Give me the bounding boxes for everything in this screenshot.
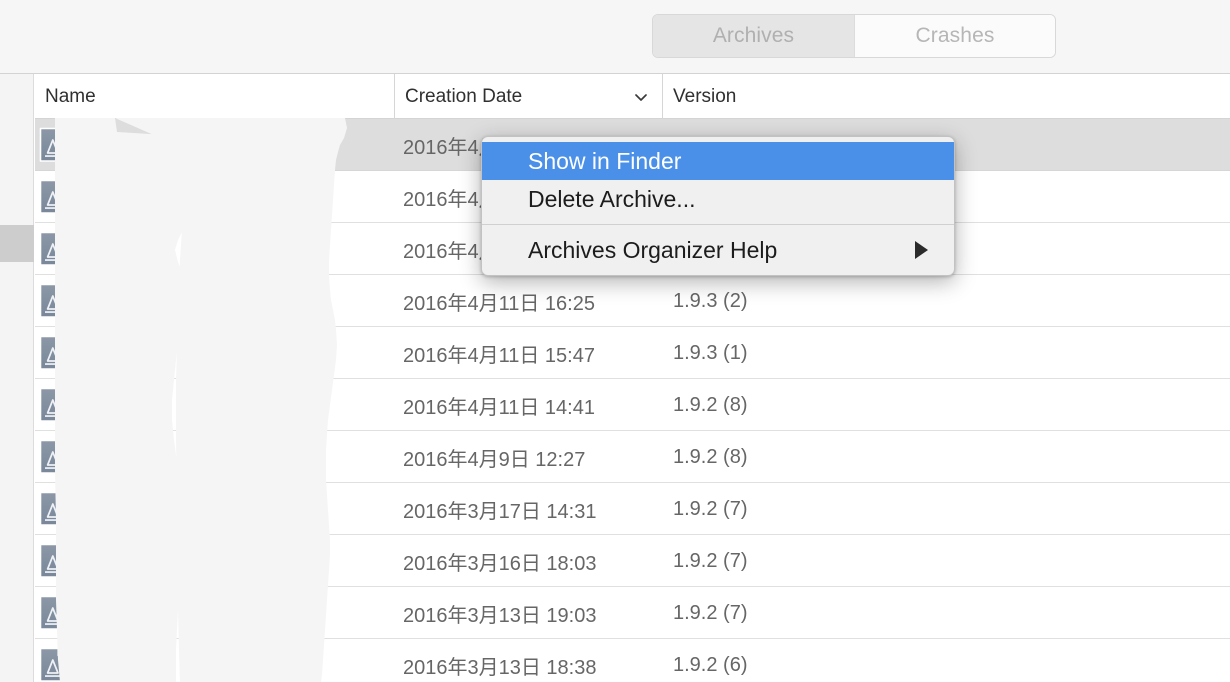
cell-name [95,587,394,639]
archive-document-icon [35,379,95,431]
menu-item-show-in-finder[interactable]: Show in Finder [482,142,954,180]
archive-document-icon [35,119,95,171]
cell-name [95,379,394,431]
cell-creation-date: 2016年4月11日 14:41 [403,396,595,419]
cell-version: 1.9.2 (8) [673,393,748,416]
toolbar: Archives Crashes [0,0,1230,74]
archive-document-icon [35,327,95,379]
archives-crashes-segmented-control[interactable]: Archives Crashes [652,14,1056,58]
archive-document-icon [35,483,95,535]
cell-name [95,275,394,327]
cell-name [95,119,394,171]
archive-document-icon [35,275,95,327]
sidebar-item-0[interactable] [0,74,34,111]
cell-name [95,171,394,223]
sidebar-rail [0,74,34,682]
column-header-creation-date[interactable]: Creation Date [394,74,662,119]
table-row[interactable]: 2016年3月17日 14:31 1.9.2 (7) [35,483,1230,535]
archive-document-icon [35,587,95,639]
sidebar-item-4[interactable] [0,262,34,299]
cell-version: 1.9.3 (2) [673,289,748,312]
archive-document-icon [35,535,95,587]
segment-crashes-label: Crashes [915,24,995,47]
column-header-name[interactable]: Name [35,74,394,119]
chevron-down-icon [634,90,648,104]
cell-name [95,483,394,535]
table-row[interactable]: 2016年3月13日 19:03 1.9.2 (7) [35,587,1230,639]
menu-item-delete-archive[interactable]: Delete Archive... [482,180,954,218]
cell-name [95,327,394,379]
cell-name [95,431,394,483]
cell-creation-date: 2016年3月13日 19:03 [403,604,597,627]
cell-creation-date: 2016年4月9日 12:27 [403,448,586,471]
cell-creation-date: 2016年4月11日 16:25 [403,292,595,315]
cell-name [95,639,394,682]
archives-organizer-window: Archives Crashes Name Creation Date Vers… [0,0,1230,682]
menu-item-label: Show in Finder [528,147,682,174]
archive-document-icon [35,639,95,682]
table-row[interactable]: 2016年4月11日 14:41 1.9.2 (8) [35,379,1230,431]
cell-creation-date: 2016年3月17日 14:31 [403,500,597,523]
sidebar-item-3-selected[interactable] [0,225,34,262]
cell-version: 1.9.2 (7) [673,601,748,624]
cell-version: 1.9.2 (7) [673,497,748,520]
column-header-creation-date-label: Creation Date [405,85,523,107]
cell-version: 1.9.2 (6) [673,653,748,676]
menu-item-label: Archives Organizer Help [528,236,778,263]
column-header-version[interactable]: Version [662,74,1230,119]
triangle-right-icon [915,241,928,259]
cell-name [95,223,394,275]
segment-archives-label: Archives [712,24,795,47]
cell-creation-date: 2016年4月11日 15:47 [403,344,595,367]
menu-item-archives-organizer-help[interactable]: Archives Organizer Help [482,231,954,269]
column-header-version-label: Version [673,85,737,107]
table-row[interactable]: 2016年4月9日 12:27 1.9.2 (8) [35,431,1230,483]
cell-version: 1.9.2 (7) [673,549,748,572]
menu-item-label: Delete Archive... [528,185,696,212]
archive-document-icon [35,171,95,223]
menu-separator [482,224,954,225]
cell-version: 1.9.2 (8) [673,445,748,468]
cell-creation-date: 2016年3月13日 18:38 [403,656,597,679]
table-row[interactable]: 2016年4月11日 16:25 1.9.3 (2) [35,275,1230,327]
sidebar-item-1[interactable] [0,111,34,148]
segment-crashes[interactable]: Crashes [854,15,1055,57]
context-menu[interactable]: Show in Finder Delete Archive... Archives … [481,136,955,276]
table-header-row: Name Creation Date Version [35,74,1230,119]
table-row[interactable]: 2016年3月13日 18:38 1.9.2 (6) [35,639,1230,682]
archive-document-icon [35,431,95,483]
table-row[interactable]: 2016年4月11日 15:47 1.9.3 (1) [35,327,1230,379]
cell-version: 1.9.3 (1) [673,341,748,364]
cell-name [95,535,394,587]
segment-archives[interactable]: Archives [653,15,854,57]
column-header-name-label: Name [45,85,96,107]
archive-document-icon [35,223,95,275]
table-row[interactable]: 2016年3月16日 18:03 1.9.2 (7) [35,535,1230,587]
sidebar-item-2[interactable] [0,148,34,185]
cell-creation-date: 2016年3月16日 18:03 [403,552,597,575]
